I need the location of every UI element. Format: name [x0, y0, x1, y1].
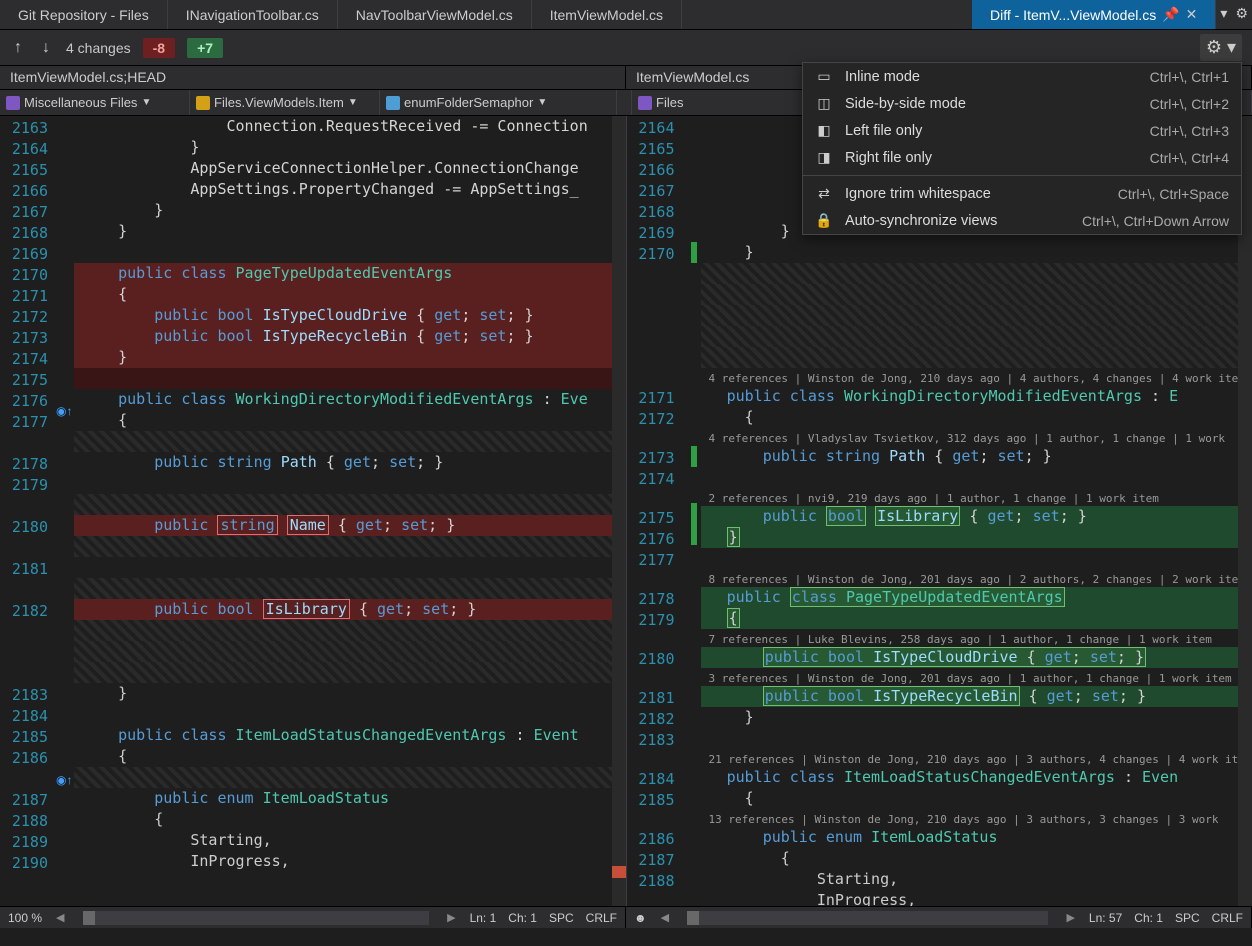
left-code[interactable]: Connection.RequestReceived -= Connection… — [74, 116, 626, 906]
change-marker — [691, 242, 697, 263]
pin-icon[interactable]: 📌 — [1162, 6, 1179, 23]
codelens[interactable]: 2 references | nvi9, 219 days ago | 1 au… — [701, 488, 1252, 506]
change-marker — [691, 503, 697, 545]
line-indicator[interactable]: Ln: 57 — [1089, 911, 1122, 925]
menu-ignore-whitespace[interactable]: ⇄ Ignore trim whitespace Ctrl+\, Ctrl+Sp… — [803, 180, 1241, 207]
lock-icon: 🔒 — [815, 212, 833, 229]
zoom-level[interactable]: 100 % — [8, 911, 42, 925]
menu-shortcut: Ctrl+\, Ctrl+4 — [1150, 150, 1229, 166]
scroll-right-icon[interactable]: ▶ — [445, 911, 457, 924]
status-bar: 100 % ◀ ▶ Ln: 1 Ch: 1 SPC CRLF ☻ ◀ ▶ Ln:… — [0, 906, 1252, 928]
tab-gear-icon[interactable]: ⚙ — [1231, 0, 1252, 29]
menu-autosync[interactable]: 🔒 Auto-synchronize views Ctrl+\, Ctrl+Do… — [803, 207, 1241, 234]
codelens[interactable]: 7 references | Luke Blevins, 258 days ag… — [701, 629, 1252, 647]
additions-badge: +7 — [187, 38, 223, 58]
sync-arrow-icon[interactable]: ◉↑ — [56, 404, 72, 418]
line-indicator[interactable]: Ln: 1 — [470, 911, 497, 925]
codelens[interactable]: 13 references | Winston de Jong, 210 day… — [701, 809, 1252, 827]
dd-label: Files — [656, 95, 683, 110]
menu-label: Right file only — [845, 150, 1138, 166]
left-gutter: 2163216421652166216721682169217021712172… — [0, 116, 56, 906]
tab-diff-label: Diff - ItemV...ViewModel.cs — [990, 7, 1156, 23]
char-indicator[interactable]: Ch: 1 — [508, 911, 537, 925]
menu-shortcut: Ctrl+\, Ctrl+3 — [1150, 123, 1229, 139]
codelens[interactable]: 21 references | Winston de Jong, 210 day… — [701, 749, 1252, 767]
menu-label: Left file only — [845, 123, 1138, 139]
right-pane-icon: ◨ — [815, 149, 833, 166]
tab-navtoolbarvm[interactable]: NavToolbarViewModel.cs — [338, 0, 532, 29]
close-icon[interactable]: ✕ — [1186, 6, 1198, 23]
menu-sidebyside-mode[interactable]: ◫ Side-by-side mode Ctrl+\, Ctrl+2 — [803, 90, 1241, 117]
h-scrollbar[interactable] — [687, 911, 1048, 925]
char-indicator[interactable]: Ch: 1 — [1134, 911, 1163, 925]
class-icon — [196, 96, 210, 110]
menu-leftonly[interactable]: ◧ Left file only Ctrl+\, Ctrl+3 — [803, 117, 1241, 144]
right-margin — [683, 116, 701, 906]
split-nav[interactable] — [617, 90, 632, 115]
diff-summary-bar: ↑ ↓ 4 changes -8 +7 ⚙ ▾ — [0, 30, 1252, 66]
menu-label: Ignore trim whitespace — [845, 186, 1106, 202]
codelens[interactable]: 3 references | Winston de Jong, 201 days… — [701, 668, 1252, 686]
next-diff-button[interactable]: ↓ — [38, 37, 54, 59]
prev-diff-button[interactable]: ↑ — [10, 37, 26, 59]
diff-view-menu: ▭ Inline mode Ctrl+\, Ctrl+1 ◫ Side-by-s… — [802, 62, 1242, 235]
indent-indicator[interactable]: SPC — [549, 911, 574, 925]
menu-separator — [803, 175, 1241, 176]
codelens[interactable]: 4 references | Winston de Jong, 210 days… — [701, 368, 1252, 386]
right-gutter: 2164216521662167216821692170 21712172 21… — [627, 116, 683, 906]
doc-icon: ▭ — [815, 68, 833, 85]
chevron-down-icon: ▼ — [141, 97, 151, 108]
eol-indicator[interactable]: CRLF — [1212, 911, 1243, 925]
eol-indicator[interactable]: CRLF — [586, 911, 617, 925]
codelens[interactable]: 8 references | Winston de Jong, 201 days… — [701, 569, 1252, 587]
left-pane-header: ItemViewModel.cs;HEAD — [0, 66, 626, 89]
scroll-right-icon[interactable]: ▶ — [1064, 911, 1076, 924]
feedback-icon[interactable]: ☻ — [634, 911, 647, 925]
dd-label: Files.ViewModels.Item — [214, 95, 344, 110]
left-margin: ◉↑ ◉↑ — [56, 116, 74, 906]
tab-inavtoolbar[interactable]: INavigationToolbar.cs — [168, 0, 338, 29]
menu-label: Inline mode — [845, 69, 1138, 85]
whitespace-icon: ⇄ — [815, 185, 833, 202]
h-scrollbar[interactable] — [83, 911, 430, 925]
tab-overflow[interactable]: ▾ — [1216, 0, 1231, 29]
dd-left-member[interactable]: enumFolderSemaphor ▼ — [380, 90, 617, 115]
tab-itemvm[interactable]: ItemViewModel.cs — [532, 0, 682, 29]
dd-label: Miscellaneous Files — [24, 95, 137, 110]
sync-arrow-icon[interactable]: ◉↑ — [56, 773, 72, 787]
codelens[interactable]: 4 references | Vladyslav Tsvietkov, 312 … — [701, 428, 1252, 446]
changes-count: 4 changes — [66, 40, 131, 56]
status-right: ☻ ◀ ▶ Ln: 57 Ch: 1 SPC CRLF — [626, 907, 1252, 928]
menu-shortcut: Ctrl+\, Ctrl+Space — [1118, 186, 1229, 202]
scroll-left-icon[interactable]: ◀ — [659, 911, 671, 924]
tab-git-repo[interactable]: Git Repository - Files — [0, 0, 168, 29]
csharp-icon — [638, 96, 652, 110]
menu-shortcut: Ctrl+\, Ctrl+Down Arrow — [1082, 213, 1229, 229]
field-icon — [386, 96, 400, 110]
editor-tabs: Git Repository - Files INavigationToolba… — [0, 0, 1252, 30]
change-marker — [691, 446, 697, 467]
menu-label: Side-by-side mode — [845, 96, 1138, 112]
menu-inline-mode[interactable]: ▭ Inline mode Ctrl+\, Ctrl+1 — [803, 63, 1241, 90]
deletions-badge: -8 — [143, 38, 175, 58]
chevron-down-icon: ▼ — [537, 97, 547, 108]
dd-left-class[interactable]: Files.ViewModels.Item ▼ — [190, 90, 380, 115]
menu-rightonly[interactable]: ◨ Right file only Ctrl+\, Ctrl+4 — [803, 144, 1241, 171]
csharp-icon — [6, 96, 20, 110]
menu-shortcut: Ctrl+\, Ctrl+1 — [1150, 69, 1229, 85]
status-left: 100 % ◀ ▶ Ln: 1 Ch: 1 SPC CRLF — [0, 907, 626, 928]
menu-label: Auto-synchronize views — [845, 213, 1070, 229]
tab-diff-itemvm[interactable]: Diff - ItemV...ViewModel.cs 📌 ✕ — [972, 0, 1216, 29]
indent-indicator[interactable]: SPC — [1175, 911, 1200, 925]
split-icon: ◫ — [815, 95, 833, 112]
left-minimap[interactable] — [612, 116, 626, 906]
dd-left-project[interactable]: Miscellaneous Files ▼ — [0, 90, 190, 115]
left-pane-icon: ◧ — [815, 122, 833, 139]
menu-shortcut: Ctrl+\, Ctrl+2 — [1150, 96, 1229, 112]
chevron-down-icon: ▼ — [348, 97, 358, 108]
dd-label: enumFolderSemaphor — [404, 95, 533, 110]
settings-button[interactable]: ⚙ ▾ — [1200, 34, 1242, 61]
left-pane: 2163216421652166216721682169217021712172… — [0, 116, 627, 906]
scroll-left-icon[interactable]: ◀ — [54, 911, 66, 924]
